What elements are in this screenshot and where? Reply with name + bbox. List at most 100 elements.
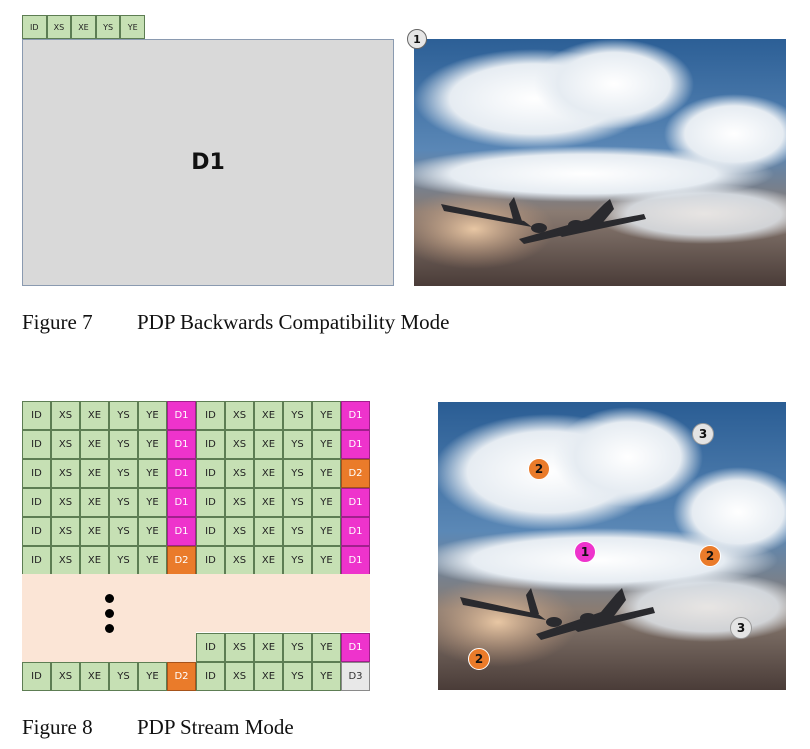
header-field-cell: ID: [22, 488, 51, 517]
header-field-cell: YS: [109, 546, 138, 575]
figure8-caption-title: PDP Stream Mode: [137, 715, 294, 739]
header-field-cell: ID: [22, 401, 51, 430]
header-field-cell: XS: [225, 633, 254, 662]
figure7-airplane-photo: [414, 39, 786, 286]
header-field-cell: XE: [80, 401, 109, 430]
header-field-cell: XS: [51, 401, 80, 430]
header-field-cell: XS: [225, 662, 254, 691]
data-cell: D1: [167, 459, 196, 488]
figure7-marker-1: 1: [407, 29, 427, 49]
header-field-cell: XS: [51, 488, 80, 517]
header-field-cell: YS: [109, 488, 138, 517]
header-field-cell: XS: [225, 517, 254, 546]
header-field-cell: XE: [254, 662, 283, 691]
data-cell: D1: [341, 633, 370, 662]
header-field-cell: XS: [51, 662, 80, 691]
figure7-caption-number: Figure 7: [22, 310, 93, 334]
header-field-cell: XS: [51, 459, 80, 488]
header-field-cell: YE: [138, 488, 167, 517]
header-field-cell: YS: [109, 517, 138, 546]
header-field-cell: XE: [254, 546, 283, 575]
data-cell: D2: [167, 546, 196, 575]
header-field-cell: XS: [225, 488, 254, 517]
header-field-cell: XS: [51, 517, 80, 546]
header-field-cell: YS: [283, 430, 312, 459]
ellipsis-dot: [105, 594, 114, 603]
header-field-cell: ID: [196, 430, 225, 459]
header-field-cell: ID: [196, 401, 225, 430]
airplane-sky-image: [438, 402, 786, 690]
header-field-cell: XE: [254, 459, 283, 488]
header-field-cell: YE: [312, 459, 341, 488]
header-field-cell: XS: [225, 430, 254, 459]
header-field-cell: XS: [51, 546, 80, 575]
header-field-cell: YE: [138, 662, 167, 691]
data-cell: D1: [341, 401, 370, 430]
figure8-marker-2: 2: [468, 648, 490, 670]
header-field-cell: XE: [254, 430, 283, 459]
header-field-cell: ID: [196, 459, 225, 488]
header-field-cell: YS: [109, 430, 138, 459]
header-field-cell: XE: [71, 15, 96, 39]
data-cell: D2: [167, 662, 196, 691]
header-field-cell: YE: [312, 546, 341, 575]
header-field-cell: XS: [46, 15, 72, 39]
airplane-sky-image: [414, 39, 786, 286]
figure7-data-block: D1: [22, 39, 394, 286]
data-cell: D1: [167, 517, 196, 546]
header-field-cell: YE: [138, 459, 167, 488]
header-field-cell: XE: [80, 517, 109, 546]
figure8-marker-2: 2: [699, 545, 721, 567]
header-field-cell: YE: [312, 517, 341, 546]
header-field-cell: ID: [196, 546, 225, 575]
header-field-cell: YE: [138, 546, 167, 575]
ellipsis-dot: [105, 609, 114, 618]
header-field-cell: ID: [22, 15, 47, 39]
header-field-cell: YS: [283, 546, 312, 575]
figure8-marker-3: 3: [692, 423, 714, 445]
header-field-cell: XS: [225, 459, 254, 488]
data-cell: D1: [167, 430, 196, 459]
header-field-cell: ID: [22, 430, 51, 459]
header-field-cell: YE: [120, 15, 145, 39]
figure8-marker-3: 3: [730, 617, 752, 639]
header-field-cell: ID: [22, 459, 51, 488]
header-field-cell: YS: [109, 662, 138, 691]
figure8-marker-2: 2: [528, 458, 550, 480]
header-field-cell: ID: [22, 546, 51, 575]
header-field-cell: YS: [95, 15, 121, 39]
data-cell: D1: [341, 517, 370, 546]
header-field-cell: YE: [312, 633, 341, 662]
header-field-cell: YE: [138, 517, 167, 546]
figure8-caption: Figure 8 PDP Stream Mode: [22, 715, 294, 740]
data-cell: D3: [341, 662, 370, 691]
header-field-cell: XE: [254, 517, 283, 546]
header-field-cell: XS: [225, 546, 254, 575]
header-field-cell: YS: [283, 517, 312, 546]
header-field-cell: YE: [312, 662, 341, 691]
header-field-cell: ID: [196, 488, 225, 517]
figure8-airplane-photo: [438, 402, 786, 690]
figure8-caption-number: Figure 8: [22, 715, 93, 739]
header-field-cell: ID: [196, 662, 225, 691]
figure8-marker-1: 1: [574, 541, 596, 563]
data-cell: D1: [167, 401, 196, 430]
figure7-caption: Figure 7 PDP Backwards Compatibility Mod…: [22, 310, 449, 335]
header-field-cell: YE: [312, 488, 341, 517]
header-field-cell: YS: [109, 459, 138, 488]
header-field-cell: YE: [312, 401, 341, 430]
header-field-cell: XE: [254, 401, 283, 430]
data-cell: D1: [341, 546, 370, 575]
data-cell: D1: [167, 488, 196, 517]
header-field-cell: YS: [283, 633, 312, 662]
header-field-cell: XE: [80, 488, 109, 517]
header-field-cell: ID: [22, 517, 51, 546]
header-field-cell: ID: [196, 517, 225, 546]
ellipsis-dot: [105, 624, 114, 633]
header-field-cell: ID: [22, 662, 51, 691]
header-field-cell: XE: [254, 488, 283, 517]
header-field-cell: YE: [312, 430, 341, 459]
header-field-cell: YS: [283, 488, 312, 517]
header-field-cell: YE: [138, 401, 167, 430]
data-cell: D1: [341, 488, 370, 517]
